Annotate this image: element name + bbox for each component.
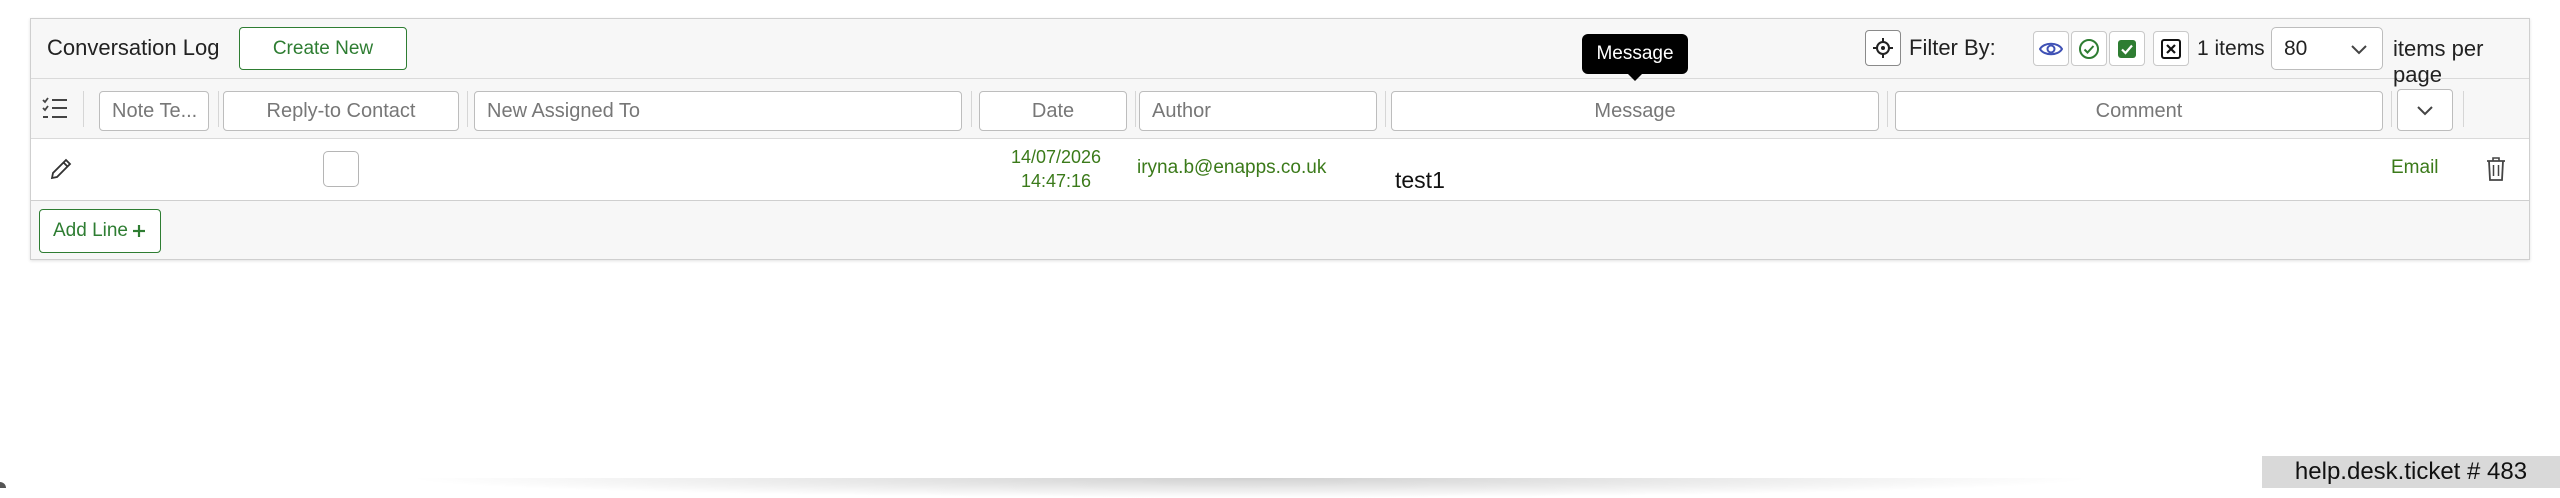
create-new-button[interactable]: Create New	[239, 27, 407, 70]
author-filter-input[interactable]	[1139, 91, 1377, 131]
row-date-time: 14:47:16	[979, 169, 1133, 193]
message-tooltip: Message	[1582, 34, 1688, 74]
column-divider	[2463, 91, 2464, 127]
reply-to-contact-filter-input[interactable]	[223, 91, 459, 131]
filter-visible-button[interactable]	[2033, 31, 2069, 66]
comment-filter-input[interactable]	[1895, 91, 2383, 131]
checked-box-icon	[2117, 39, 2137, 59]
check-circle-icon	[2078, 38, 2100, 60]
reply-to-contact-checkbox[interactable]	[323, 151, 359, 187]
locate-filter-button[interactable]	[1865, 30, 1901, 66]
edit-row-button[interactable]	[45, 153, 77, 185]
conversation-log-panel: Conversation Log Create New Filter By:	[30, 18, 2530, 260]
message-filter-input[interactable]	[1391, 91, 1879, 131]
date-filter-input[interactable]	[979, 91, 1127, 131]
chevron-down-icon	[2414, 99, 2436, 121]
row-date: 14/07/2026 14:47:16	[979, 145, 1133, 193]
filter-clear-button[interactable]	[2153, 31, 2189, 66]
chevron-down-icon	[2348, 38, 2370, 60]
filter-checked-button[interactable]	[2109, 31, 2145, 66]
corner-mark	[0, 482, 6, 488]
row-message: test1	[1395, 167, 1445, 194]
row-type: Email	[2391, 157, 2439, 179]
trash-icon	[2485, 156, 2507, 182]
record-id-badge: help.desk.ticket # 483	[2262, 456, 2560, 488]
column-divider	[218, 91, 219, 127]
add-line-button[interactable]: Add Line	[39, 209, 161, 253]
tooltip-arrow	[1627, 73, 1643, 81]
type-filter-dropdown[interactable]	[2397, 89, 2453, 131]
assigned-to-filter-input[interactable]	[474, 91, 962, 131]
per-page-value: 80	[2284, 37, 2307, 61]
items-per-page-select[interactable]: 80	[2271, 27, 2383, 70]
column-filter-row	[31, 79, 2529, 139]
column-settings-button[interactable]	[37, 93, 73, 125]
column-divider	[1887, 91, 1888, 127]
pencil-icon	[48, 156, 74, 182]
note-type-filter-input[interactable]	[99, 91, 209, 131]
items-count: 1 items	[2197, 37, 2265, 61]
column-divider	[1135, 91, 1136, 127]
add-line-label: Add Line	[53, 220, 128, 242]
bottom-shadow	[400, 478, 2100, 498]
panel-header: Conversation Log Create New Filter By:	[31, 19, 2529, 79]
list-settings-icon	[41, 96, 69, 122]
delete-row-button[interactable]	[2481, 153, 2511, 185]
column-divider	[1385, 91, 1386, 127]
filter-done-button[interactable]	[2071, 31, 2107, 66]
row-date-day: 14/07/2026	[979, 145, 1133, 169]
eye-icon	[2039, 40, 2063, 58]
panel-title: Conversation Log	[47, 35, 219, 61]
column-divider	[971, 91, 972, 127]
column-divider	[2391, 91, 2392, 127]
target-icon	[1872, 37, 1894, 59]
column-divider	[83, 91, 84, 127]
column-divider	[467, 91, 468, 127]
row-author: iryna.b@enapps.co.uk	[1137, 157, 1326, 179]
x-box-icon	[2160, 38, 2182, 60]
filter-by-label: Filter By:	[1909, 35, 1996, 61]
table-row[interactable]: 14/07/2026 14:47:16 iryna.b@enapps.co.uk…	[31, 139, 2529, 201]
plus-icon	[131, 223, 147, 239]
